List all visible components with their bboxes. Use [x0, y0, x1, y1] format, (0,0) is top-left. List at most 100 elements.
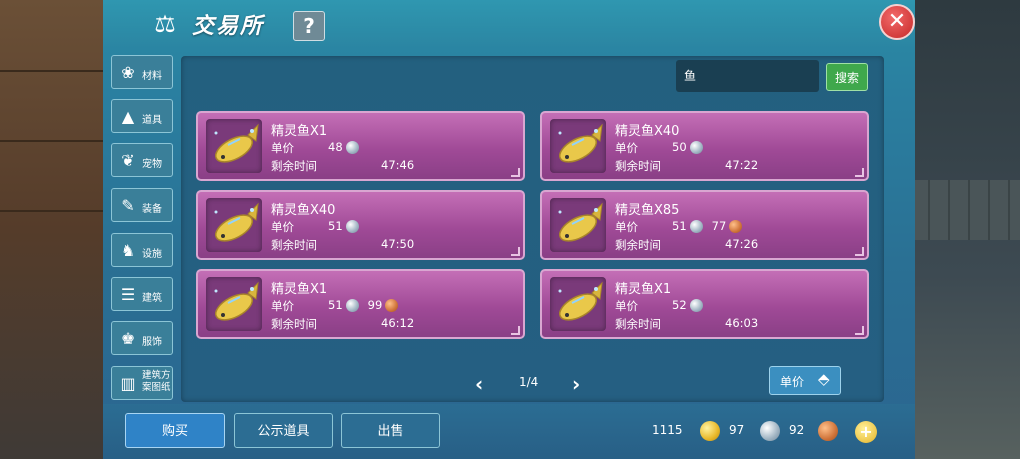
- category-clothing[interactable]: ♚ 服饰: [111, 321, 173, 355]
- search-button[interactable]: 搜索: [826, 63, 868, 91]
- wood-plank: [0, 210, 110, 212]
- card-corner-mark: [511, 168, 520, 177]
- facility-icon: ♞: [120, 241, 136, 260]
- copper-coin-icon: [729, 219, 743, 233]
- silver-price: 48: [328, 140, 343, 154]
- category-building[interactable]: ☰ 建筑: [111, 277, 173, 311]
- publicize-item-button[interactable]: 公示道具: [234, 413, 333, 448]
- remaining-time-label: 剩余时间: [615, 238, 661, 252]
- add-currency-button[interactable]: +: [855, 421, 877, 443]
- remaining-time: 47:46: [381, 158, 415, 172]
- window-title: 交易所: [192, 14, 265, 39]
- category-facility[interactable]: ♞ 设施: [111, 233, 173, 267]
- item-card[interactable]: 精灵鱼X1 单价 52 剩余时间 46:03: [540, 269, 869, 339]
- pet-paw-icon: ❦: [121, 151, 135, 170]
- remaining-time-label: 剩余时间: [271, 238, 317, 252]
- background-right-scene: [910, 0, 1020, 459]
- item-card[interactable]: 精灵鱼X40 单价 51 剩余时间 47:50: [196, 190, 525, 260]
- category-label: 建筑方案图纸: [142, 370, 171, 393]
- silver-coin-icon: [689, 219, 703, 233]
- remaining-time: 46:12: [381, 316, 415, 330]
- card-corner-mark: [855, 168, 864, 177]
- category-label: 设施: [142, 249, 162, 260]
- copper-price: 77: [711, 219, 727, 233]
- unit-price-label: 单价: [271, 141, 294, 155]
- sort-diamond-icon: ⬘: [818, 370, 830, 388]
- item-card[interactable]: 精灵鱼X1 单价 48 剩余时间 47:46: [196, 111, 525, 181]
- item-name: 精灵鱼X1: [271, 124, 328, 139]
- category-material[interactable]: ❀ 材料: [111, 55, 173, 89]
- category-label: 服饰: [142, 337, 162, 348]
- item-card[interactable]: 精灵鱼X40 单价 50 剩余时间 47:22: [540, 111, 869, 181]
- prev-page-button[interactable]: ‹: [475, 372, 483, 396]
- search-input[interactable]: 鱼: [676, 60, 819, 92]
- silver-price: 50: [672, 140, 687, 154]
- tool-icon: ▲: [121, 107, 135, 126]
- unit-price-label: 单价: [271, 220, 294, 234]
- category-label: 材料: [142, 71, 162, 82]
- card-corner-mark: [511, 326, 520, 335]
- spirit-fish-icon: [206, 277, 262, 331]
- copper-coin-icon: [818, 421, 838, 441]
- item-price: 51 77: [672, 218, 745, 234]
- silver-price: 51: [672, 219, 687, 233]
- remaining-time: 47:50: [381, 237, 415, 251]
- close-button[interactable]: ✕: [879, 4, 915, 40]
- remaining-time-label: 剩余时间: [615, 159, 661, 173]
- category-blueprint[interactable]: ▥ 建筑方案图纸: [111, 366, 173, 400]
- item-card[interactable]: 精灵鱼X1 单价 51 99 剩余时间 46:12: [196, 269, 525, 339]
- remaining-time-label: 剩余时间: [615, 317, 661, 331]
- category-label: 装备: [142, 204, 162, 215]
- clothing-icon: ♚: [120, 329, 136, 348]
- item-price: 50: [672, 139, 706, 155]
- page-indicator: 1/4: [519, 375, 539, 389]
- silver-coin-icon: [345, 219, 359, 233]
- building-icon: ☰: [120, 285, 136, 304]
- background-left-scene: [0, 0, 110, 459]
- silver-coin-icon: [760, 421, 780, 441]
- wood-plank: [0, 140, 110, 142]
- card-corner-mark: [855, 247, 864, 256]
- wood-plank: [0, 70, 110, 72]
- category-label: 宠物: [142, 159, 162, 170]
- category-tool[interactable]: ▲ 道具: [111, 99, 173, 133]
- item-name: 精灵鱼X1: [615, 282, 672, 297]
- next-page-button[interactable]: ›: [572, 372, 580, 396]
- item-price: 52: [672, 297, 706, 313]
- item-name: 精灵鱼X1: [271, 282, 328, 297]
- item-card[interactable]: 精灵鱼X85 单价 51 77 剩余时间 47:26: [540, 190, 869, 260]
- gold-amount: 1115: [652, 423, 683, 437]
- sell-button[interactable]: 出售: [341, 413, 440, 448]
- silver-price: 52: [672, 298, 687, 312]
- buy-button[interactable]: 购买: [125, 413, 225, 448]
- unit-price-label: 单价: [615, 141, 638, 155]
- category-equipment[interactable]: ✎ 装备: [111, 188, 173, 222]
- silver-coin-icon: [689, 140, 703, 154]
- item-price: 51 99: [328, 297, 401, 313]
- spirit-fish-icon: [206, 119, 262, 173]
- category-label: 道具: [142, 115, 162, 126]
- sort-by-price-button[interactable]: 单价 ⬘: [769, 366, 841, 395]
- scales-icon: ⚖: [154, 10, 176, 38]
- equipment-icon: ✎: [121, 196, 135, 215]
- silver-amount: 97: [729, 423, 745, 437]
- category-label: 建筑: [142, 293, 162, 304]
- sort-label: 单价: [780, 375, 805, 389]
- item-name: 精灵鱼X85: [615, 203, 680, 218]
- remaining-time-label: 剩余时间: [271, 317, 317, 331]
- spirit-fish-icon: [550, 277, 606, 331]
- help-button[interactable]: ?: [293, 11, 325, 41]
- silver-coin-icon: [345, 298, 359, 312]
- gold-coin-icon: [700, 421, 720, 441]
- stone-wall: [910, 180, 1020, 240]
- silver-price: 51: [328, 219, 343, 233]
- spirit-fish-icon: [550, 119, 606, 173]
- spirit-fish-icon: [206, 198, 262, 252]
- remaining-time-label: 剩余时间: [271, 159, 317, 173]
- remaining-time: 46:03: [725, 316, 759, 330]
- silver-coin-icon: [345, 140, 359, 154]
- unit-price-label: 单价: [615, 299, 638, 313]
- copper-coin-icon: [385, 298, 399, 312]
- category-pet[interactable]: ❦ 宠物: [111, 143, 173, 177]
- unit-price-label: 单价: [615, 220, 638, 234]
